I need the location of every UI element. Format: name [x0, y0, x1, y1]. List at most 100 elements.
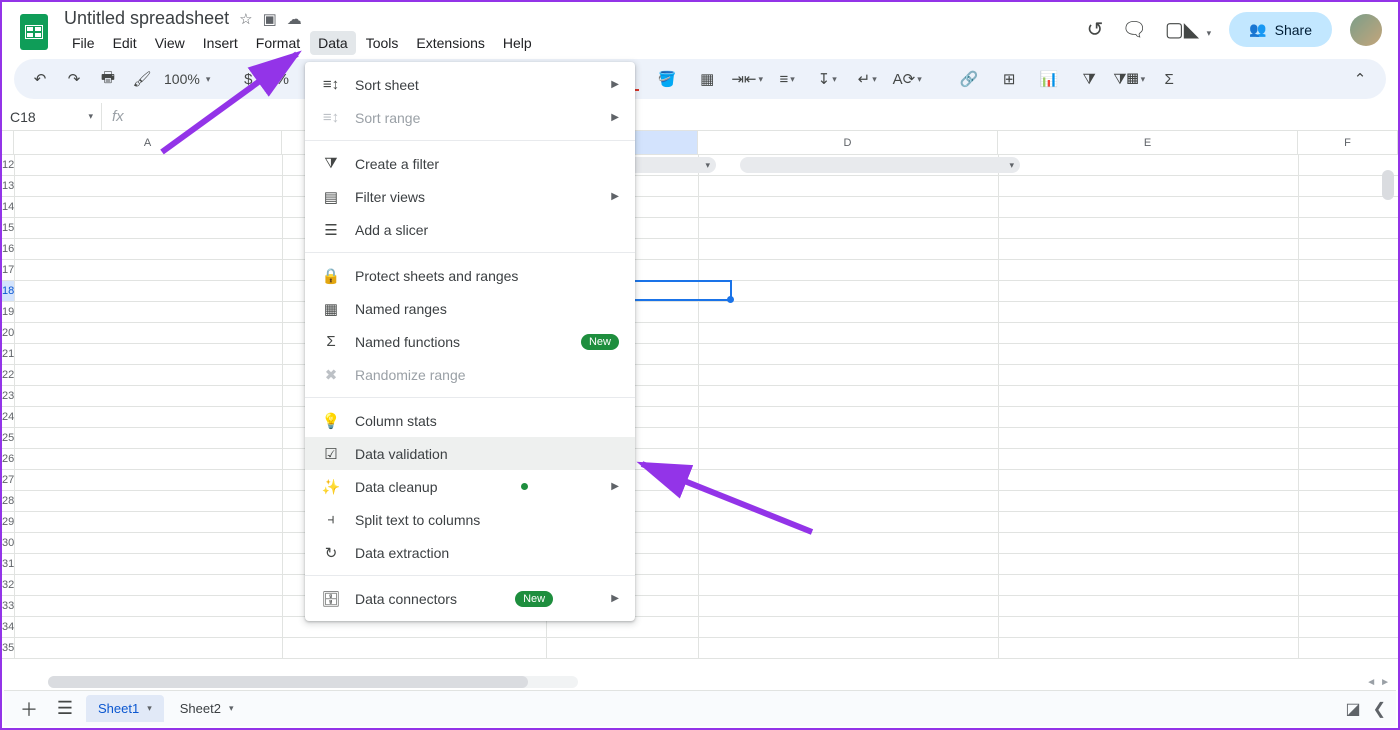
borders-button[interactable]: ▦ — [695, 67, 719, 91]
fill-color-button[interactable]: 🪣 — [655, 67, 679, 91]
cell[interactable] — [15, 218, 283, 239]
cell[interactable] — [699, 323, 999, 344]
chevron-down-icon[interactable]: ▾ — [147, 703, 152, 714]
row-header[interactable]: 19 — [2, 302, 15, 323]
cell[interactable] — [699, 407, 999, 428]
menu-file[interactable]: File — [64, 31, 103, 55]
cell[interactable] — [15, 386, 283, 407]
cell[interactable] — [15, 533, 283, 554]
menu-item-named-ranges[interactable]: ▦Named ranges — [305, 292, 635, 325]
cell[interactable] — [699, 596, 999, 617]
menu-item-named-functions[interactable]: ΣNamed functionsNew — [305, 325, 635, 358]
cell[interactable] — [999, 575, 1299, 596]
horizontal-scrollbar[interactable] — [48, 676, 578, 688]
cell[interactable] — [15, 281, 283, 302]
cell[interactable] — [15, 197, 283, 218]
menu-extensions[interactable]: Extensions — [408, 31, 492, 55]
comments-icon[interactable]: 🗨 — [1121, 17, 1146, 42]
row-header[interactable]: 21 — [2, 344, 15, 365]
row-header[interactable]: 31 — [2, 554, 15, 575]
cloud-status-icon[interactable]: ☁ — [287, 10, 302, 28]
redo-button[interactable]: ↷ — [62, 67, 86, 91]
cell[interactable] — [699, 428, 999, 449]
spreadsheet-grid[interactable]: ABCDEF 121314151617181920212223242526272… — [2, 131, 1398, 661]
cell[interactable] — [15, 575, 283, 596]
menu-insert[interactable]: Insert — [195, 31, 246, 55]
row-header[interactable]: 34 — [2, 617, 15, 638]
chart-button[interactable]: 📊 — [1037, 67, 1061, 91]
currency-button[interactable]: $ — [236, 67, 260, 91]
menu-item-filter-views[interactable]: ▤Filter views▶ — [305, 180, 635, 213]
row-header[interactable]: 29 — [2, 512, 15, 533]
cell[interactable] — [699, 575, 999, 596]
cell[interactable] — [999, 512, 1299, 533]
cell[interactable] — [699, 617, 999, 638]
col-header-D[interactable]: D — [698, 131, 998, 154]
row-header[interactable]: 33 — [2, 596, 15, 617]
cell[interactable] — [15, 155, 283, 176]
cell[interactable] — [999, 218, 1299, 239]
cell[interactable] — [999, 554, 1299, 575]
row-header[interactable]: 14 — [2, 197, 15, 218]
cell[interactable] — [699, 281, 999, 302]
cell[interactable] — [15, 554, 283, 575]
row-header[interactable]: 30 — [2, 533, 15, 554]
row-header[interactable]: 35 — [2, 638, 15, 659]
cell[interactable] — [15, 428, 283, 449]
history-icon[interactable]: ↺ — [1087, 17, 1104, 42]
sheets-logo[interactable] — [14, 12, 54, 52]
cell[interactable] — [15, 449, 283, 470]
row-header[interactable]: 13 — [2, 176, 15, 197]
menu-item-create-a-filter[interactable]: ⧩Create a filter — [305, 147, 635, 180]
cell[interactable] — [999, 155, 1299, 176]
row-header[interactable]: 16 — [2, 239, 15, 260]
scroll-right-icon[interactable]: ► — [1380, 677, 1390, 688]
cell[interactable] — [999, 407, 1299, 428]
cell[interactable] — [15, 596, 283, 617]
menu-tools[interactable]: Tools — [358, 31, 407, 55]
vertical-scrollbar[interactable] — [1382, 170, 1394, 674]
comment-button[interactable]: ⊞ — [997, 67, 1021, 91]
valign-button[interactable]: ↧▾ — [815, 67, 839, 91]
wrap-button[interactable]: ↵▾ — [855, 67, 879, 91]
col-header-F[interactable]: F — [1298, 131, 1398, 154]
filter-views-button[interactable]: ⧩▦▾ — [1117, 67, 1141, 91]
cell[interactable] — [547, 638, 699, 659]
cell[interactable] — [999, 428, 1299, 449]
cell[interactable] — [15, 638, 283, 659]
menu-format[interactable]: Format — [248, 31, 308, 55]
row-header[interactable]: 32 — [2, 575, 15, 596]
cell[interactable] — [699, 302, 999, 323]
filter-button[interactable]: ⧩ — [1077, 67, 1101, 91]
scroll-left-icon[interactable]: ◄ — [1366, 677, 1376, 688]
cell[interactable] — [699, 365, 999, 386]
cell[interactable] — [999, 638, 1299, 659]
cell[interactable] — [15, 239, 283, 260]
cell[interactable] — [999, 281, 1299, 302]
chevron-down-icon[interactable]: ▾ — [229, 703, 234, 714]
all-sheets-button[interactable]: ☰ — [50, 694, 80, 724]
cell[interactable] — [699, 449, 999, 470]
merge-button[interactable]: ⇥⇤▾ — [735, 67, 759, 91]
cell[interactable] — [15, 407, 283, 428]
menu-item-data-cleanup[interactable]: ✨Data cleanup▶ — [305, 470, 635, 503]
row-header[interactable]: 23 — [2, 386, 15, 407]
sheet-tab-sheet1[interactable]: Sheet1▾ — [86, 695, 164, 722]
row-header[interactable]: 20 — [2, 323, 15, 344]
menu-item-sort-sheet[interactable]: ≡↕Sort sheet▶ — [305, 68, 635, 101]
cell[interactable] — [699, 512, 999, 533]
cell[interactable] — [999, 197, 1299, 218]
cell[interactable] — [699, 638, 999, 659]
cell[interactable] — [15, 260, 283, 281]
col-header-A[interactable]: A — [14, 131, 282, 154]
name-box[interactable]: C18 ▾ — [2, 103, 102, 130]
row-header[interactable]: 17 — [2, 260, 15, 281]
row-header[interactable]: 12 — [2, 155, 15, 176]
row-header[interactable]: 28 — [2, 491, 15, 512]
functions-button[interactable]: Σ — [1157, 67, 1181, 91]
menu-item-data-validation[interactable]: ☑Data validation — [305, 437, 635, 470]
cell[interactable] — [699, 533, 999, 554]
menu-edit[interactable]: Edit — [105, 31, 145, 55]
row-header[interactable]: 15 — [2, 218, 15, 239]
select-all-corner[interactable] — [2, 131, 14, 154]
